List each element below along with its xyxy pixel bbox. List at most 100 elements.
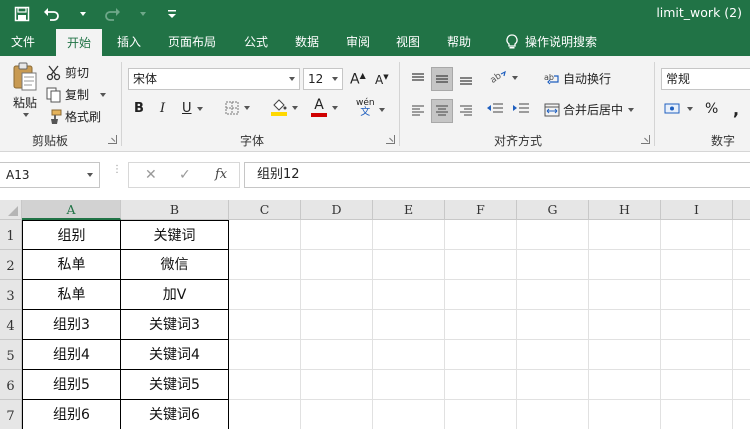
empty-cell[interactable] <box>733 370 750 400</box>
empty-cell[interactable] <box>733 310 750 340</box>
empty-cell[interactable] <box>661 400 733 429</box>
cell-b6[interactable]: 关键词5 <box>121 370 229 400</box>
empty-cell[interactable] <box>445 370 517 400</box>
phonetic-dropdown-icon[interactable] <box>379 108 385 112</box>
customize-qat-icon[interactable] <box>162 4 182 24</box>
empty-cell[interactable] <box>517 400 589 429</box>
font-size-select[interactable]: 12 <box>303 68 343 90</box>
empty-cell[interactable] <box>589 220 661 250</box>
comma-style-button[interactable]: , <box>733 100 739 119</box>
cell-b1[interactable]: 关键词 <box>121 220 229 250</box>
format-painter-button[interactable]: 格式刷 <box>46 108 101 125</box>
cell-b2[interactable]: 微信 <box>121 250 229 280</box>
confirm-entry-icon[interactable]: ✓ <box>179 167 191 183</box>
empty-cell[interactable] <box>445 340 517 370</box>
empty-cell[interactable] <box>661 250 733 280</box>
empty-cell[interactable] <box>589 250 661 280</box>
tab-formulas[interactable]: 公式 <box>233 28 279 56</box>
column-header[interactable] <box>733 200 750 220</box>
column-header[interactable]: D <box>301 200 373 220</box>
empty-cell[interactable] <box>445 310 517 340</box>
row-header[interactable]: 4 <box>0 310 22 340</box>
cell-a5[interactable]: 组别4 <box>22 340 121 370</box>
empty-cell[interactable] <box>373 310 445 340</box>
accounting-format-button[interactable] <box>664 102 693 116</box>
empty-cell[interactable] <box>229 310 301 340</box>
percent-button[interactable]: % <box>705 101 718 117</box>
paste-button[interactable]: 粘贴 <box>8 62 42 117</box>
empty-cell[interactable] <box>301 220 373 250</box>
cell-a6[interactable]: 组别5 <box>22 370 121 400</box>
cell-a7[interactable]: 组别6 <box>22 400 121 429</box>
column-header[interactable]: A <box>22 200 121 220</box>
empty-cell[interactable] <box>661 370 733 400</box>
empty-cell[interactable] <box>229 220 301 250</box>
row-header[interactable]: 6 <box>0 370 22 400</box>
font-launcher-icon[interactable] <box>386 135 395 144</box>
wrap-text-button[interactable]: ab 自动换行 <box>544 70 611 87</box>
cancel-entry-icon[interactable]: ✕ <box>145 167 157 183</box>
insert-function-icon[interactable]: fx <box>215 167 227 182</box>
align-left-button[interactable] <box>408 100 428 122</box>
empty-cell[interactable] <box>301 280 373 310</box>
empty-cell[interactable] <box>733 220 750 250</box>
empty-cell[interactable] <box>733 280 750 310</box>
undo-icon[interactable] <box>42 4 62 24</box>
worksheet-grid[interactable]: A B C D E F G H I 1 2 3 4 5 6 7 组别 关键词 私… <box>0 198 750 429</box>
empty-cell[interactable] <box>589 400 661 429</box>
empty-cell[interactable] <box>301 370 373 400</box>
empty-cell[interactable] <box>301 310 373 340</box>
empty-cell[interactable] <box>445 220 517 250</box>
italic-button[interactable]: I <box>160 101 165 116</box>
bold-button[interactable]: B <box>134 101 144 116</box>
select-all-button[interactable] <box>0 200 22 220</box>
cell-a2[interactable]: 私单 <box>22 250 121 280</box>
name-box[interactable]: A13 <box>0 162 100 188</box>
empty-cell[interactable] <box>517 280 589 310</box>
tab-page-layout[interactable]: 页面布局 <box>157 28 227 56</box>
number-format-select[interactable]: 常规 <box>661 68 750 90</box>
align-center-button[interactable] <box>431 99 453 123</box>
cell-b3[interactable]: 加V <box>121 280 229 310</box>
empty-cell[interactable] <box>373 340 445 370</box>
column-header[interactable]: C <box>229 200 301 220</box>
font-color-button[interactable]: A <box>311 98 338 117</box>
orientation-button[interactable]: ab <box>489 70 518 86</box>
empty-cell[interactable] <box>733 340 750 370</box>
column-header[interactable]: F <box>445 200 517 220</box>
align-middle-button[interactable] <box>431 67 453 91</box>
formula-input[interactable]: 组别12 <box>244 162 750 188</box>
tab-view[interactable]: 视图 <box>385 28 431 56</box>
save-icon[interactable] <box>12 4 32 24</box>
row-header[interactable]: 2 <box>0 250 22 280</box>
tab-help[interactable]: 帮助 <box>436 28 482 56</box>
borders-button[interactable] <box>225 101 250 115</box>
decrease-font-size-button[interactable]: A▼ <box>375 73 389 87</box>
clipboard-launcher-icon[interactable] <box>108 135 117 144</box>
empty-cell[interactable] <box>229 340 301 370</box>
column-header[interactable]: G <box>517 200 589 220</box>
empty-cell[interactable] <box>517 220 589 250</box>
cell-a3[interactable]: 私单 <box>22 280 121 310</box>
empty-cell[interactable] <box>517 250 589 280</box>
empty-cell[interactable] <box>589 370 661 400</box>
tab-data[interactable]: 数据 <box>284 28 330 56</box>
empty-cell[interactable] <box>373 370 445 400</box>
tell-me-search[interactable]: 操作说明搜索 <box>494 28 608 56</box>
row-header[interactable]: 3 <box>0 280 22 310</box>
empty-cell[interactable] <box>229 400 301 429</box>
empty-cell[interactable] <box>301 250 373 280</box>
align-right-button[interactable] <box>456 100 476 122</box>
cut-button[interactable]: 剪切 <box>46 64 89 81</box>
tab-insert[interactable]: 插入 <box>106 28 152 56</box>
redo-dropdown-icon[interactable] <box>132 4 152 24</box>
column-header[interactable]: H <box>589 200 661 220</box>
decrease-indent-button[interactable] <box>486 102 504 116</box>
tab-home[interactable]: 开始 <box>56 29 103 56</box>
column-header[interactable]: E <box>373 200 445 220</box>
empty-cell[interactable] <box>661 220 733 250</box>
empty-cell[interactable] <box>733 400 750 429</box>
empty-cell[interactable] <box>517 370 589 400</box>
font-name-select[interactable]: 宋体 <box>128 68 300 90</box>
cell-b7[interactable]: 关键词6 <box>121 400 229 429</box>
